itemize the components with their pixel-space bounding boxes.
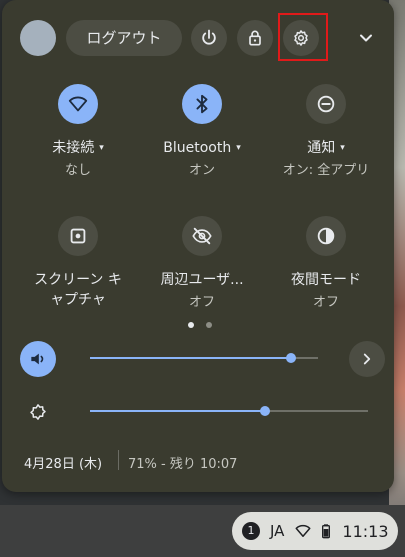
screen-capture-toggle[interactable] — [58, 216, 98, 256]
tile-privacy-screen-status: オフ — [188, 295, 215, 310]
battery-icon — [322, 524, 331, 539]
power-button[interactable] — [191, 20, 227, 56]
brightness-button — [22, 396, 54, 428]
tile-night-light[interactable]: 夜間モード オフ — [266, 216, 386, 312]
tile-bluetooth-status: オン — [188, 163, 215, 178]
wifi-toggle[interactable] — [58, 84, 98, 124]
collapse-button[interactable] — [350, 22, 382, 54]
tile-bluetooth-label: Bluetooth ▾ — [163, 140, 241, 156]
brightness-slider-thumb[interactable] — [260, 406, 270, 416]
notifications-toggle[interactable] — [306, 84, 346, 124]
caret-down-icon: ▾ — [99, 143, 104, 153]
tile-privacy-screen-label: 周辺ユーザ... — [160, 272, 244, 288]
lock-icon — [249, 30, 261, 46]
night-light-icon — [317, 227, 335, 245]
tile-night-light-label: 夜間モード — [291, 272, 361, 288]
logout-button[interactable]: ログアウト — [66, 20, 182, 56]
do-not-disturb-icon — [317, 95, 335, 113]
night-light-toggle[interactable] — [306, 216, 346, 256]
tile-network[interactable]: 未接続 ▾ なし — [18, 84, 138, 180]
status-area-button[interactable]: 1 JA 11:13 — [232, 512, 398, 550]
tile-screen-capture[interactable]: スクリーン キ ャプチャ — [18, 216, 138, 310]
page-indicator — [188, 322, 212, 328]
tile-network-label: 未接続 ▾ — [52, 140, 104, 156]
tile-notifications-status: オン: 全アプリ — [282, 163, 370, 178]
screen-capture-icon — [70, 228, 86, 244]
tile-notifications[interactable]: 通知 ▾ オン: 全アプリ — [266, 84, 386, 180]
audio-settings-button[interactable] — [349, 341, 385, 377]
chevron-right-icon — [363, 353, 371, 365]
bluetooth-toggle[interactable] — [182, 84, 222, 124]
date-label[interactable]: 4月28日 (木) — [24, 453, 102, 472]
ime-indicator: JA — [270, 522, 285, 540]
power-icon — [202, 29, 216, 45]
quick-settings-panel: ログアウト 未接続 ▾ なし Bluetooth ▾ オン 通知 ▾ オン: 全… — [2, 0, 394, 492]
volume-icon — [31, 353, 44, 365]
volume-slider-fill — [90, 357, 291, 359]
caret-down-icon: ▾ — [340, 143, 345, 153]
wifi-icon — [295, 524, 311, 537]
volume-mute-button[interactable] — [20, 341, 56, 377]
brightness-icon — [30, 404, 46, 420]
settings-highlight-box — [278, 13, 328, 61]
tile-screen-capture-label: スクリーン キ ャプチャ — [34, 272, 122, 308]
page-dot[interactable] — [206, 322, 212, 328]
tile-network-status: なし — [64, 163, 91, 178]
footer-divider — [118, 450, 119, 470]
caret-down-icon: ▾ — [236, 143, 241, 153]
notification-count-badge: 1 — [242, 522, 260, 540]
privacy-screen-toggle[interactable] — [182, 216, 222, 256]
lock-button[interactable] — [237, 20, 273, 56]
bluetooth-icon — [196, 94, 208, 114]
tile-night-light-status: オフ — [312, 295, 339, 310]
tile-bluetooth[interactable]: Bluetooth ▾ オン — [142, 84, 262, 180]
volume-slider-thumb[interactable] — [286, 353, 296, 363]
chevron-down-icon — [360, 34, 372, 42]
tile-notifications-label: 通知 ▾ — [307, 140, 345, 156]
brightness-slider-fill — [90, 410, 265, 412]
wifi-icon — [68, 96, 88, 112]
page-dot-active[interactable] — [188, 322, 194, 328]
clock: 11:13 — [342, 521, 389, 541]
battery-status: 71% - 残り 10:07 — [128, 457, 238, 472]
tile-privacy-screen[interactable]: 周辺ユーザ... オフ — [142, 216, 262, 312]
privacy-screen-icon — [192, 227, 212, 245]
avatar[interactable] — [20, 20, 56, 56]
